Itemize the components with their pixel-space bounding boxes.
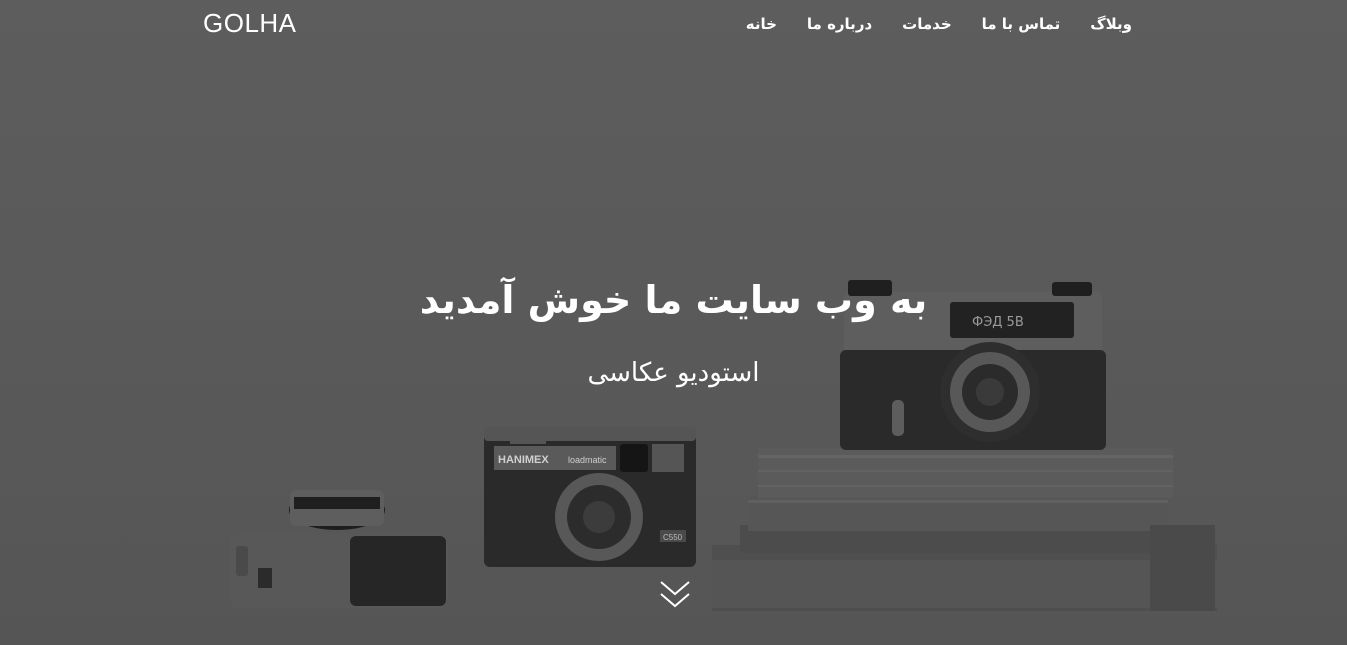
hero-subtitle: استودیو عکاسی xyxy=(587,358,760,388)
brand-logo[interactable]: GOLHA xyxy=(203,6,297,40)
nav-item-home[interactable]: خانه xyxy=(746,12,777,36)
nav-item-contact[interactable]: تماس با ما xyxy=(982,12,1061,36)
dark-overlay xyxy=(0,0,1347,645)
main-nav: خانه درباره ما خدمات تماس با ما وبلاگ xyxy=(746,12,1132,36)
nav-item-about[interactable]: درباره ما xyxy=(807,12,872,36)
double-chevron-down-icon[interactable] xyxy=(659,578,691,610)
nav-item-blog[interactable]: وبلاگ xyxy=(1090,12,1132,36)
hero-section: ФЭД 5В HANIMEX loadmatic C550 GOLHA خانه… xyxy=(0,0,1347,645)
hero-headline: به وب سایت ما خوش آمدید xyxy=(419,278,928,322)
nav-item-services[interactable]: خدمات xyxy=(902,12,951,36)
